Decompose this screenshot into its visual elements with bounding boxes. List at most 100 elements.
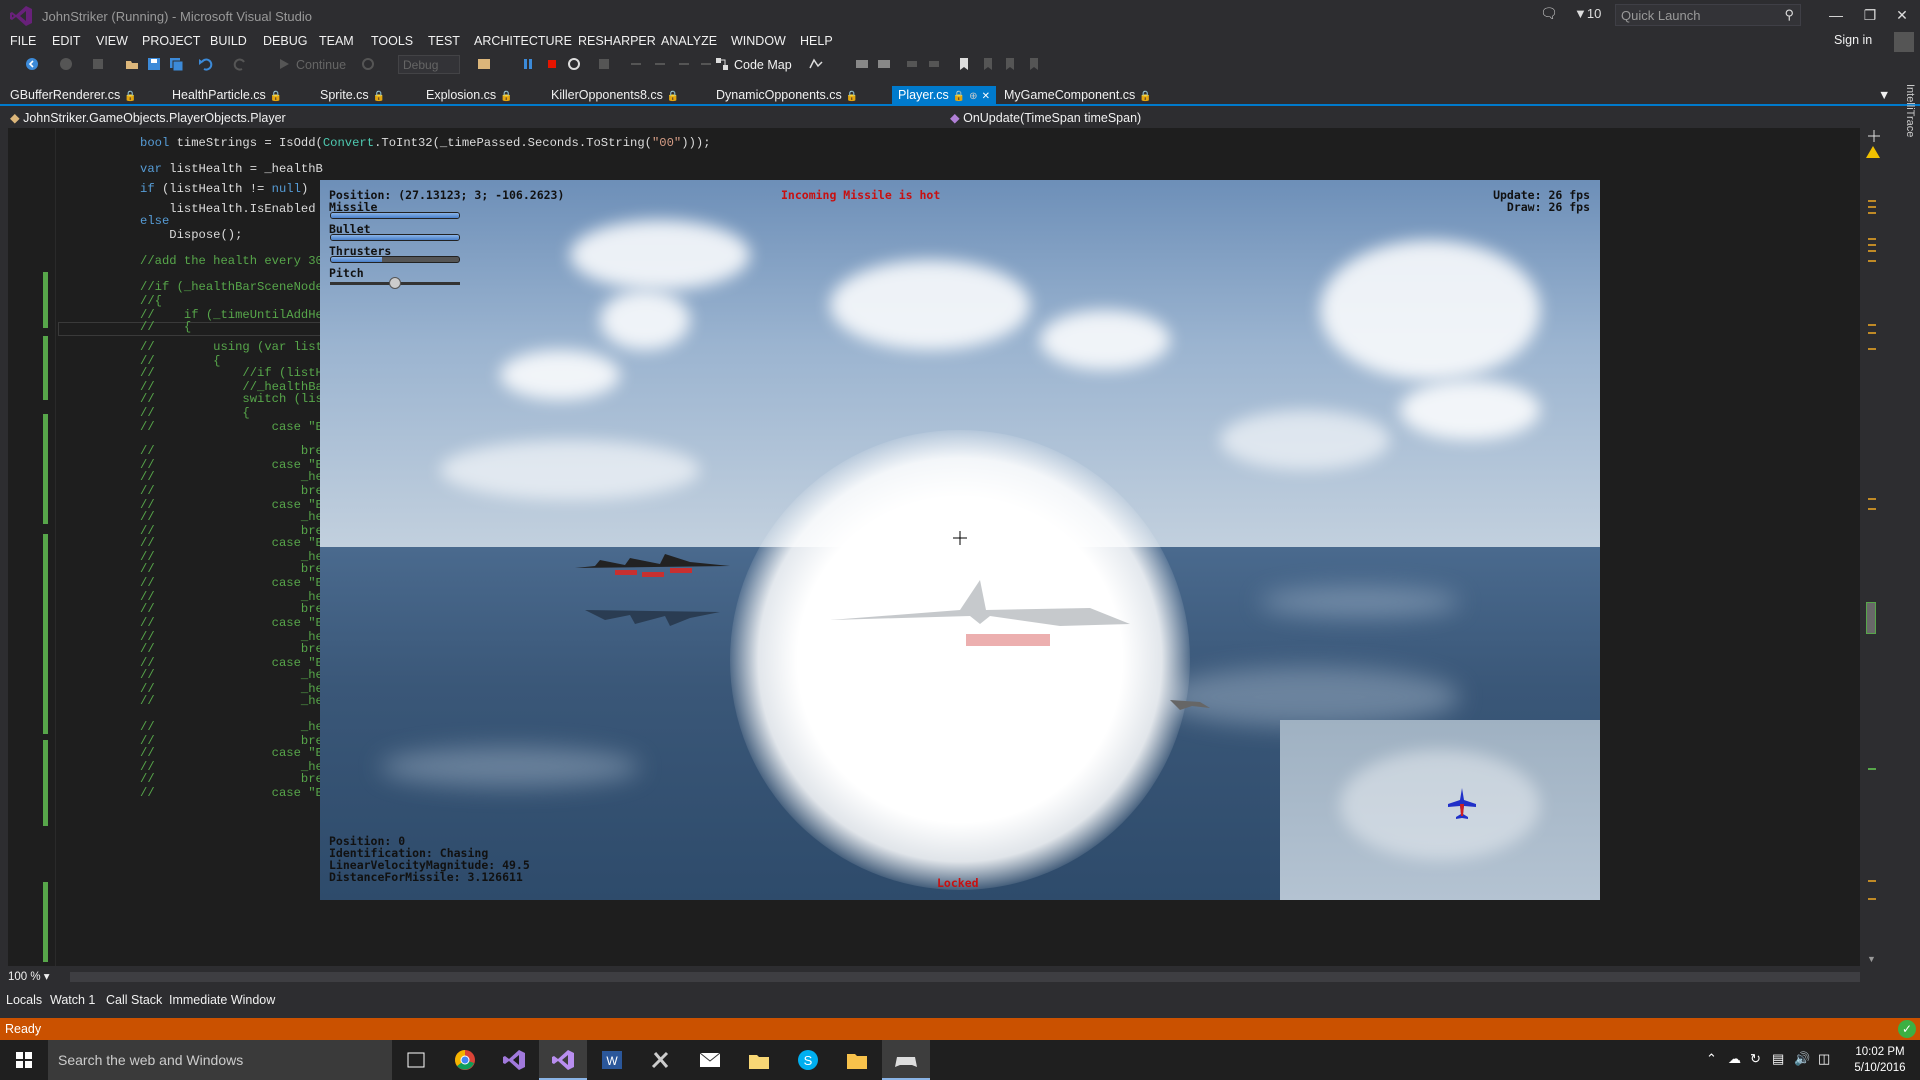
next-bookmark-icon[interactable] bbox=[1002, 56, 1018, 72]
visual-studio-active-taskbar-button[interactable] bbox=[539, 1040, 587, 1080]
undo-icon[interactable] bbox=[198, 56, 214, 72]
code-line[interactable]: Dispose(); bbox=[140, 228, 242, 244]
member-dropdown[interactable]: ◆ OnUpdate(TimeSpan timeSpan) bbox=[950, 110, 1141, 125]
intellitrace-side-tab[interactable]: IntelliTrace bbox=[1890, 84, 1916, 164]
code-line[interactable]: // { bbox=[140, 320, 191, 336]
game-taskbar-button[interactable] bbox=[882, 1040, 930, 1080]
menu-resharper[interactable]: RESHARPER bbox=[578, 34, 656, 48]
action-center-icon[interactable]: ◫ bbox=[1818, 1051, 1830, 1067]
sync-icon[interactable]: ↻ bbox=[1750, 1051, 1761, 1067]
minimize-button[interactable]: — bbox=[1822, 4, 1850, 26]
code-line[interactable]: //add the health every 30 bbox=[140, 254, 323, 270]
mail-taskbar-button[interactable] bbox=[686, 1040, 734, 1080]
tab-immediate-window[interactable]: Immediate Window bbox=[169, 993, 275, 1007]
tab-call-stack[interactable]: Call Stack bbox=[106, 993, 162, 1007]
tab-watch-1[interactable]: Watch 1 bbox=[50, 993, 95, 1007]
step-out-icon[interactable] bbox=[676, 56, 692, 72]
checkmark-icon[interactable]: ✓ bbox=[1898, 1020, 1916, 1038]
menu-edit[interactable]: EDIT bbox=[52, 34, 80, 48]
windows-start-icon[interactable] bbox=[0, 1040, 48, 1080]
scroll-down-icon[interactable]: ▼ bbox=[1867, 954, 1876, 964]
code-line[interactable]: // _he bbox=[140, 694, 323, 710]
menu-view[interactable]: VIEW bbox=[96, 34, 128, 48]
tab-gbufferrenderer[interactable]: GBufferRenderer.cs 🔒 bbox=[4, 86, 143, 106]
comment-icon[interactable] bbox=[904, 56, 920, 72]
menu-analyze[interactable]: ANALYZE bbox=[661, 34, 717, 48]
pause-icon[interactable] bbox=[520, 56, 536, 72]
step-back-icon[interactable] bbox=[698, 56, 714, 72]
clear-bookmarks-icon[interactable] bbox=[1026, 56, 1042, 72]
overview-scrollbar[interactable]: ▼ bbox=[1860, 128, 1882, 966]
tab-dynamicopponents[interactable]: DynamicOpponents.cs 🔒 bbox=[710, 86, 864, 106]
close-tab-icon[interactable]: ✕ bbox=[982, 91, 990, 102]
user-account-icon[interactable] bbox=[1894, 32, 1914, 52]
save-all-icon[interactable] bbox=[168, 56, 184, 72]
code-line[interactable]: // case "B bbox=[140, 420, 323, 436]
save-icon[interactable] bbox=[146, 56, 162, 72]
pitch-slider-knob[interactable] bbox=[389, 277, 401, 289]
previous-bookmark-icon[interactable] bbox=[980, 56, 996, 72]
code-map-label[interactable]: Code Map bbox=[734, 58, 792, 72]
breakpoint-toggle-icon[interactable] bbox=[854, 56, 870, 72]
redo-icon[interactable] bbox=[232, 56, 248, 72]
format-document-icon[interactable] bbox=[876, 56, 892, 72]
back-navigation-icon[interactable] bbox=[24, 56, 40, 72]
pin-icon[interactable]: ⊕ bbox=[969, 91, 977, 102]
menu-project[interactable]: PROJECT bbox=[142, 34, 200, 48]
forward-navigation-icon[interactable] bbox=[58, 56, 74, 72]
tab-healthparticle[interactable]: HealthParticle.cs 🔒 bbox=[166, 86, 288, 106]
diagnostics-icon[interactable] bbox=[808, 56, 824, 72]
tab-mygamecomponent[interactable]: MyGameComponent.cs 🔒 bbox=[998, 86, 1158, 106]
step-into-icon[interactable] bbox=[628, 56, 644, 72]
stop-icon[interactable] bbox=[544, 56, 560, 72]
tab-explosion[interactable]: Explosion.cs 🔒 bbox=[420, 86, 519, 106]
cortana-search-box[interactable]: Search the web and Windows bbox=[48, 1040, 392, 1080]
horizontal-scrollbar[interactable] bbox=[70, 972, 1860, 982]
attach-process-icon[interactable] bbox=[476, 56, 492, 72]
notifications-count[interactable]: ▼10 bbox=[1574, 6, 1601, 21]
tab-player[interactable]: Player.cs 🔒 ⊕ ✕ bbox=[892, 86, 996, 106]
code-line[interactable]: //if (_healthBarSceneNode bbox=[140, 280, 323, 296]
close-button[interactable]: ✕ bbox=[1888, 4, 1916, 26]
menu-tools[interactable]: TOOLS bbox=[371, 34, 413, 48]
volume-icon[interactable]: 🔊 bbox=[1794, 1051, 1810, 1067]
bookmark-icon[interactable] bbox=[956, 56, 972, 72]
show-next-statement-icon[interactable] bbox=[596, 56, 612, 72]
feedback-icon[interactable]: 🗨 bbox=[1540, 5, 1558, 22]
step-over-icon[interactable] bbox=[652, 56, 668, 72]
refresh-icon[interactable] bbox=[360, 56, 376, 72]
onedrive-taskbar-button[interactable] bbox=[735, 1040, 783, 1080]
visual-studio-taskbar-button[interactable] bbox=[490, 1040, 538, 1080]
quick-launch-input[interactable]: Quick Launch ⚲ bbox=[1615, 4, 1801, 26]
game-window[interactable]: Position: (27.13123; 3; -106.2623) Missi… bbox=[320, 180, 1600, 900]
zoom-level-dropdown[interactable]: 100 % ▾ bbox=[8, 969, 68, 985]
menu-help[interactable]: HELP bbox=[800, 34, 833, 48]
code-line[interactable]: bool timeStrings = IsOdd(Convert.ToInt32… bbox=[140, 136, 711, 152]
new-project-icon[interactable] bbox=[90, 56, 106, 72]
tab-sprite[interactable]: Sprite.cs 🔒 bbox=[314, 86, 391, 106]
open-file-icon[interactable] bbox=[124, 56, 140, 72]
code-line[interactable]: if (listHealth != null) bbox=[140, 182, 308, 198]
uncomment-icon[interactable] bbox=[926, 56, 942, 72]
menu-team[interactable]: TEAM bbox=[319, 34, 354, 48]
network-icon[interactable]: ▤ bbox=[1772, 1051, 1784, 1067]
onedrive-icon[interactable]: ☁ bbox=[1728, 1051, 1741, 1067]
scrollbar-thumb[interactable] bbox=[1866, 602, 1876, 634]
task-view-button[interactable] bbox=[392, 1040, 440, 1080]
file-explorer-taskbar-button[interactable] bbox=[833, 1040, 881, 1080]
tab-locals[interactable]: Locals bbox=[6, 993, 42, 1007]
continue-label[interactable]: Continue bbox=[296, 58, 346, 72]
tab-killeropponents8[interactable]: KillerOpponents8.cs 🔒 bbox=[545, 86, 685, 106]
menu-file[interactable]: FILE bbox=[10, 34, 36, 48]
show-hidden-icons[interactable]: ⌃ bbox=[1706, 1051, 1717, 1067]
solution-configuration-dropdown[interactable]: Debug bbox=[398, 55, 460, 74]
sign-in-link[interactable]: Sign in bbox=[1834, 33, 1872, 47]
code-line[interactable]: var listHealth = _healthB bbox=[140, 162, 323, 178]
word-taskbar-button[interactable]: W bbox=[588, 1040, 636, 1080]
system-clock[interactable]: 10:02 PM 5/10/2016 bbox=[1844, 1044, 1916, 1076]
restart-icon[interactable] bbox=[566, 56, 582, 72]
restore-button[interactable]: ❐ bbox=[1856, 4, 1884, 26]
tools-taskbar-button[interactable] bbox=[637, 1040, 685, 1080]
menu-test[interactable]: TEST bbox=[428, 34, 460, 48]
menu-window[interactable]: WINDOW bbox=[731, 34, 786, 48]
